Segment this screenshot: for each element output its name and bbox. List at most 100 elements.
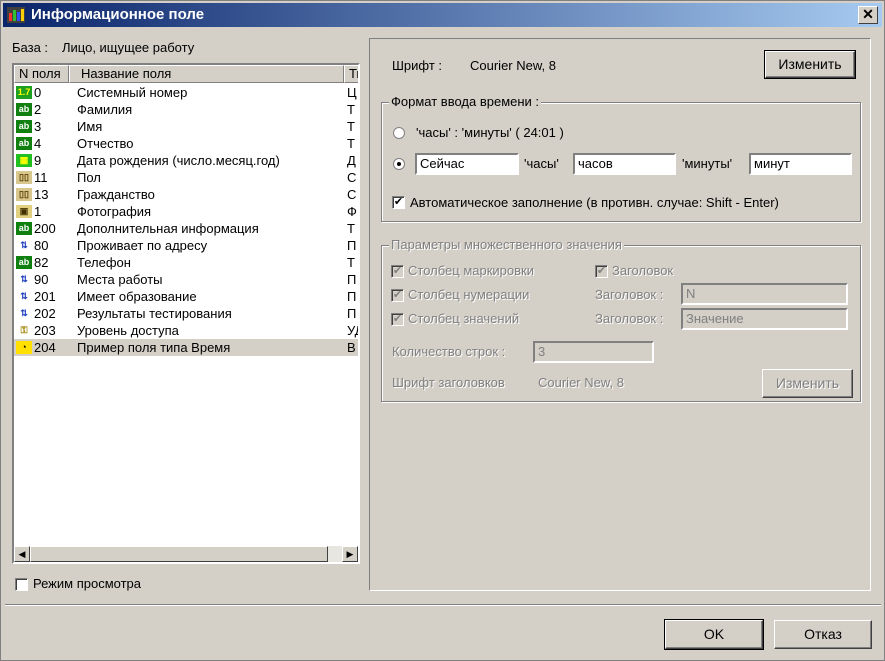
base-value: Лицо, ищущее работу [62,40,195,55]
time-format-option2-radio[interactable] [393,158,405,170]
number-field-icon: 1.7 [16,86,32,99]
list-item[interactable]: ⇅ 80 Проживает по адресу П [14,237,358,254]
list-item[interactable]: ⇅ 90 Места работы П [14,271,358,288]
time-format-option1-radio[interactable] [393,127,405,139]
field-number: 0 [34,85,42,100]
field-number: 80 [34,238,49,253]
radio-selected-dot [397,162,401,166]
numbering-column-checkbox[interactable]: ✔ [391,289,404,302]
field-type: Ф [347,204,357,219]
field-number: 11 [34,170,48,185]
scroll-left-icon[interactable]: ◀ [14,546,30,562]
marking-column-checkbox[interactable]: ✔ [391,265,404,278]
view-mode-label: Режим просмотра [33,576,141,591]
hours-word-field[interactable]: часов [573,153,676,175]
column-header-name[interactable]: Название поля [69,65,344,83]
list-item[interactable]: ab 82 Телефон Т [14,254,358,271]
values-header-field[interactable]: Значение [681,308,848,330]
font-label: Шрифт : [392,58,442,73]
field-name: Пример поля типа Время [77,340,231,355]
field-type: Т [347,136,355,151]
text-field-icon: ab [16,103,32,116]
field-type: С [347,187,357,202]
close-button[interactable]: ✕ [858,6,878,24]
field-name: Фотография [77,204,152,219]
view-mode-checkbox[interactable] [15,578,28,591]
field-name: Дата рождения (число.месяц.год) [77,153,280,168]
text-field-icon: ab [16,137,32,150]
list-item[interactable]: 1.7 0 Системный номер Ц [14,84,358,101]
photo-field-icon: ▣ [16,205,32,218]
field-number: 82 [34,255,49,270]
hours-quote-label: 'часы' [524,156,559,171]
link-field-icon: ⇅ [16,290,32,303]
numbering-header-field[interactable]: N [681,283,848,305]
field-type: Т [347,119,355,134]
list-item[interactable]: ab 200 Дополнительная информация Т [14,220,358,237]
change-header-font-button[interactable]: Изменить [762,369,853,398]
field-name: Уровень доступа [77,323,179,338]
header-checkbox[interactable]: ✔ [595,265,608,278]
minutes-word-field[interactable]: минут [749,153,852,175]
list-item[interactable]: ◔ 204 Пример поля типа Время В [14,339,358,356]
list-item[interactable]: ⇅ 201 Имеет образование П [14,288,358,305]
field-name: Системный номер [77,85,188,100]
field-name: Гражданство [77,187,155,202]
list-item[interactable]: ab 3 Имя Т [14,118,358,135]
field-number: 3 [34,119,42,134]
field-type: П [347,306,357,321]
rows-count-field[interactable]: 3 [533,341,654,363]
footer-separator [5,604,881,606]
app-icon [7,7,25,23]
field-type: С [347,170,357,185]
field-type: УД [347,323,358,338]
values-column-checkbox[interactable]: ✔ [391,313,404,326]
text-field-icon: ab [16,256,32,269]
header-font-value: Courier New, 8 [538,375,624,390]
field-type: Т [347,102,355,117]
field-name: Отчество [77,136,134,151]
field-type: Т [347,221,355,236]
scroll-right-icon[interactable]: ▶ [342,546,358,562]
field-number: 203 [34,323,56,338]
field-type: П [347,238,357,253]
fields-list[interactable]: N поля Название поля Ти 1.70 Системный но… [12,63,360,564]
horizontal-scrollbar[interactable]: ◀ ▶ [14,546,358,562]
field-name: Телефон [77,255,131,270]
list-item[interactable]: ▯▯ 13 Гражданство С [14,186,358,203]
change-font-button[interactable]: Изменить [764,50,856,79]
field-number: 201 [34,289,56,304]
field-number: 202 [34,306,56,321]
list-item[interactable]: ⚿203 Уровень доступа УД [14,322,358,339]
font-value: Courier New, 8 [470,58,556,73]
field-type: Ц [347,85,357,100]
list-item[interactable]: ▦ 9 Дата рождения (число.месяц.год) Д [14,152,358,169]
field-number: 90 [34,272,49,287]
column-header-type[interactable]: Ти [344,65,358,83]
multi-value-group-label: Параметры множественного значения [389,237,624,252]
numbering-column-label: Столбец нумерации [408,287,530,302]
scroll-thumb[interactable] [30,546,328,562]
link-field-icon: ⇅ [16,307,32,320]
list-item[interactable]: ⇅ 202 Результаты тестирования П [14,305,358,322]
field-type: В [347,340,356,355]
list-item[interactable]: ab 4 Отчество Т [14,135,358,152]
ok-button[interactable]: OK [664,619,764,650]
list-item[interactable]: ▣ 1 Фотография Ф [14,203,358,220]
dialog-window: Информационное поле ✕ База : Лицо, ищуще… [0,0,885,661]
field-name: Места работы [77,272,163,287]
list-item[interactable]: ▯▯ 11 Пол С [14,169,358,186]
auto-fill-label: Автоматическое заполнение (в противн. сл… [410,195,779,210]
list-item[interactable]: ab 2 Фамилия Т [14,101,358,118]
field-number: 2 [34,102,42,117]
field-name: Проживает по адресу [77,238,208,253]
title-bar[interactable]: Информационное поле ✕ [3,3,882,27]
field-type: П [347,289,357,304]
cancel-button[interactable]: Отказ [774,620,872,649]
auto-fill-checkbox[interactable]: ✔ [392,196,405,209]
column-header-number[interactable]: N поля [14,65,69,83]
values-column-label: Столбец значений [408,311,520,326]
now-word-field[interactable]: Сейчас [415,153,519,175]
field-type: Т [347,255,355,270]
field-name: Имя [77,119,103,134]
